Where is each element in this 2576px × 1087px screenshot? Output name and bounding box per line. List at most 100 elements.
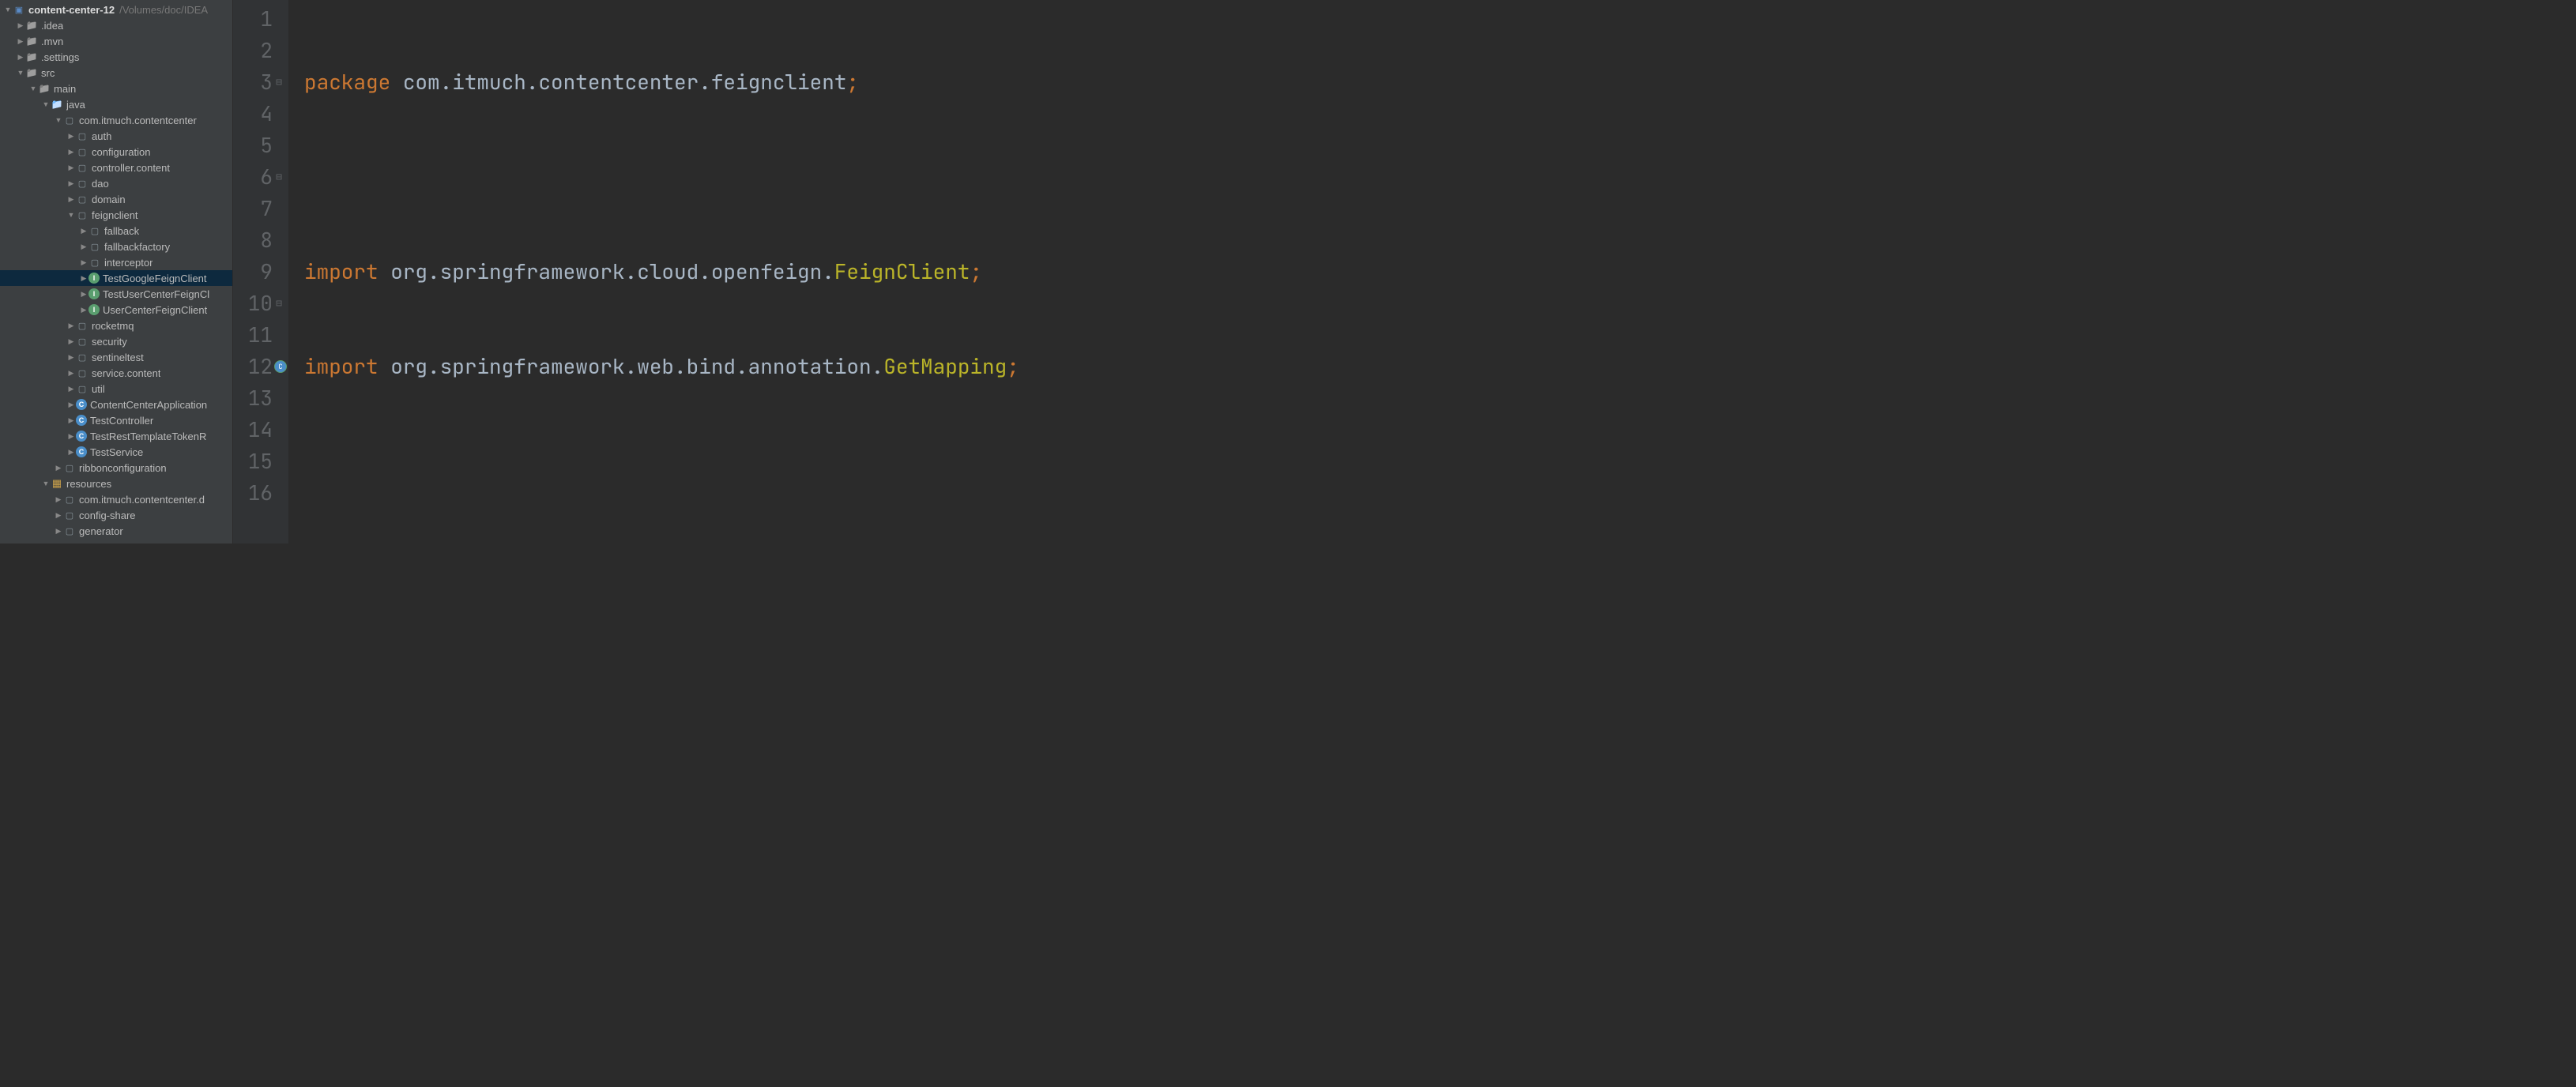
tree-item-domain[interactable]: domain (0, 191, 232, 207)
expand-arrow-icon[interactable] (66, 400, 76, 409)
tree-item-label: main (54, 83, 76, 95)
expand-arrow-icon[interactable] (66, 447, 76, 457)
tree-item-auth[interactable]: auth (0, 128, 232, 144)
expand-arrow-icon[interactable] (66, 337, 76, 346)
expand-arrow-icon[interactable] (54, 526, 63, 536)
tree-item-label: ContentCenterApplication (90, 399, 207, 411)
tree-item-config-share[interactable]: config-share (0, 507, 232, 523)
tree-item-main[interactable]: main (0, 81, 232, 96)
expand-arrow-icon[interactable] (66, 179, 76, 188)
expand-arrow-icon[interactable] (66, 194, 76, 204)
tree-item-com-itmuch-contentcenter-d[interactable]: com.itmuch.contentcenter.d (0, 491, 232, 507)
tree-item-security[interactable]: security (0, 333, 232, 349)
tree-item-sentineltest[interactable]: sentineltest (0, 349, 232, 365)
tree-item-feignclient[interactable]: feignclient (0, 207, 232, 223)
expand-arrow-icon[interactable] (66, 163, 76, 172)
expand-arrow-icon[interactable] (41, 479, 51, 488)
tree-item-label: config-share (79, 510, 136, 521)
tree-item-fallbackfactory[interactable]: fallbackfactory (0, 239, 232, 254)
tree-item-label: domain (92, 194, 126, 205)
fold-marker-icon[interactable]: ⊟ (276, 161, 282, 193)
tree-item-com-itmuch-contentcenter[interactable]: com.itmuch.contentcenter (0, 112, 232, 128)
tree-item-testservice[interactable]: CTestService (0, 444, 232, 460)
expand-arrow-icon[interactable] (66, 431, 76, 441)
tree-item-configuration[interactable]: configuration (0, 144, 232, 160)
expand-arrow-icon[interactable] (66, 384, 76, 393)
expand-arrow-icon[interactable] (66, 416, 76, 425)
expand-arrow-icon[interactable] (79, 289, 89, 299)
tree-item-service-content[interactable]: service.content (0, 365, 232, 381)
tree-item-rocketmq[interactable]: rocketmq (0, 318, 232, 333)
tree-item-ribbonconfiguration[interactable]: ribbonconfiguration (0, 460, 232, 476)
interface-icon: I (89, 304, 100, 315)
package-icon (76, 193, 89, 205)
expand-arrow-icon[interactable] (66, 210, 76, 220)
expand-arrow-icon[interactable] (54, 463, 63, 472)
expand-arrow-icon[interactable] (16, 21, 25, 30)
fold-marker-icon[interactable]: ⊟ (276, 288, 282, 319)
expand-arrow-icon[interactable] (54, 495, 63, 504)
tree-item-java[interactable]: java (0, 96, 232, 112)
keyword-import: import (304, 352, 378, 380)
class-icon: C (76, 399, 87, 410)
keyword-import: import (304, 258, 378, 285)
expand-arrow-icon[interactable] (66, 147, 76, 156)
tree-item-fallback[interactable]: fallback (0, 223, 232, 239)
tree-item-label: controller.content (92, 162, 170, 174)
expand-arrow-icon[interactable] (79, 242, 89, 251)
tree-item-label: TestUserCenterFeignCl (103, 288, 209, 300)
expand-arrow-icon[interactable] (66, 352, 76, 362)
tree-item-interceptor[interactable]: interceptor (0, 254, 232, 270)
tree-item-label: resources (66, 478, 111, 490)
tree-item-contentcenterapplication[interactable]: CContentCenterApplication (0, 397, 232, 412)
tree-item-label: dao (92, 178, 109, 190)
code-content[interactable]: package com.itmuch.contentcenter.feigncl… (288, 0, 2576, 544)
expand-arrow-icon[interactable] (66, 131, 76, 141)
expand-arrow-icon[interactable] (3, 5, 13, 14)
expand-arrow-icon[interactable] (54, 510, 63, 520)
expand-arrow-icon[interactable] (79, 305, 89, 314)
tree-item--idea[interactable]: .idea (0, 17, 232, 33)
tree-item-dao[interactable]: dao (0, 175, 232, 191)
line-number: 9 (260, 256, 273, 288)
tree-item-generator[interactable]: generator (0, 523, 232, 539)
class-gutter-icon[interactable]: C (274, 360, 287, 373)
expand-arrow-icon[interactable] (79, 258, 89, 267)
tree-item--settings[interactable]: .settings (0, 49, 232, 65)
expand-arrow-icon[interactable] (41, 100, 51, 109)
tree-item-resources[interactable]: resources (0, 476, 232, 491)
class-icon: C (76, 431, 87, 442)
expand-arrow-icon[interactable] (54, 115, 63, 125)
line-number: 16 (248, 477, 273, 509)
expand-arrow-icon[interactable] (16, 52, 25, 62)
code-editor[interactable]: 1 2 3⊟ 4 5 6⊟ 7 8 9 10⊟ 11 12C 13 14 15 … (233, 0, 2576, 544)
keyword-package: package (304, 68, 390, 96)
tree-item-content-center-12[interactable]: content-center-12/Volumes/doc/IDEA (0, 2, 232, 17)
expand-arrow-icon[interactable] (16, 68, 25, 77)
tree-item-testresttemplatetokenr[interactable]: CTestRestTemplateTokenR (0, 428, 232, 444)
expand-arrow-icon[interactable] (79, 273, 89, 283)
tree-item--mvn[interactable]: .mvn (0, 33, 232, 49)
expand-arrow-icon[interactable] (28, 84, 38, 93)
project-tree-panel[interactable]: content-center-12/Volumes/doc/IDEA.idea.… (0, 0, 233, 544)
line-number: 10 (248, 288, 273, 319)
tree-item-testgooglefeignclient[interactable]: ITestGoogleFeignClient (0, 270, 232, 286)
tree-item-util[interactable]: util (0, 381, 232, 397)
tree-item-label: interceptor (104, 257, 153, 269)
expand-arrow-icon[interactable] (66, 321, 76, 330)
tree-item-label: src (41, 67, 55, 79)
module-icon (13, 3, 25, 16)
tree-item-testusercenterfeigncl[interactable]: ITestUserCenterFeignCl (0, 286, 232, 302)
tree-item-testcontroller[interactable]: CTestController (0, 412, 232, 428)
expand-arrow-icon[interactable] (66, 368, 76, 378)
expand-arrow-icon[interactable] (79, 226, 89, 235)
line-gutter: 1 2 3⊟ 4 5 6⊟ 7 8 9 10⊟ 11 12C 13 14 15 … (233, 0, 288, 544)
tree-item-label: configuration (92, 146, 150, 158)
fold-marker-icon[interactable]: ⊟ (276, 66, 282, 98)
tree-item-src[interactable]: src (0, 65, 232, 81)
tree-item-label: TestRestTemplateTokenR (90, 431, 206, 442)
expand-arrow-icon[interactable] (16, 36, 25, 46)
package-icon (76, 351, 89, 363)
tree-item-usercenterfeignclient[interactable]: IUserCenterFeignClient (0, 302, 232, 318)
tree-item-controller-content[interactable]: controller.content (0, 160, 232, 175)
